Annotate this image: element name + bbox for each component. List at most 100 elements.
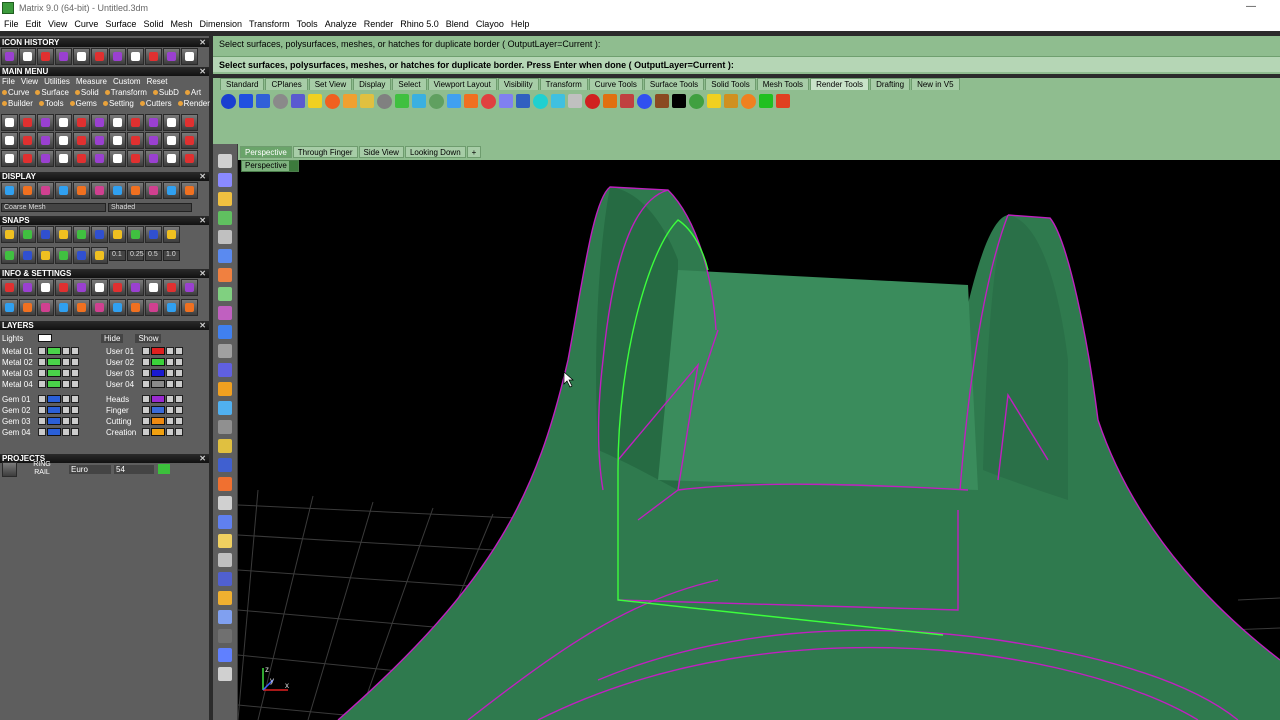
render-tool-icon[interactable]	[776, 94, 790, 108]
icon-history-tool-icon[interactable]	[127, 48, 144, 65]
modeling-tool-icon[interactable]	[218, 534, 232, 548]
transform-tools-tool-icon[interactable]	[73, 150, 90, 167]
snap-value-3[interactable]: 1.0	[163, 250, 180, 261]
layer-name[interactable]: Metal 01	[2, 347, 38, 356]
settings-tools-tool-icon[interactable]	[73, 299, 90, 316]
lock-icon[interactable]	[166, 406, 174, 414]
visibility-icon[interactable]	[175, 380, 183, 388]
render-tool-icon[interactable]	[724, 94, 738, 108]
main-menu-item[interactable]: Measure	[76, 77, 107, 86]
layer-current-icon[interactable]	[38, 358, 46, 366]
menu-help[interactable]: Help	[511, 19, 530, 29]
icon-history-tool-icon[interactable]	[109, 48, 126, 65]
snap-options-tool-icon[interactable]	[19, 247, 36, 264]
modeling-tool-icon[interactable]	[218, 382, 232, 396]
display-tools-tool-icon[interactable]	[91, 182, 108, 199]
render-tool-icon[interactable]	[481, 93, 496, 109]
lock-icon[interactable]	[166, 380, 174, 388]
tab-drafting[interactable]: Drafting	[870, 78, 911, 90]
icon-history-tool-icon[interactable]	[145, 48, 162, 65]
lock-icon[interactable]	[62, 369, 70, 377]
close-icon[interactable]: ✕	[199, 269, 206, 278]
transform-tools-tool-icon[interactable]	[127, 150, 144, 167]
layer-current-icon[interactable]	[142, 369, 150, 377]
layer-color-swatch[interactable]	[151, 395, 165, 403]
lock-icon[interactable]	[166, 369, 174, 377]
curve-tools-tool-icon[interactable]	[91, 114, 108, 131]
layer-color-swatch[interactable]	[151, 428, 165, 436]
modeling-tool-icon[interactable]	[218, 439, 232, 453]
display-tools-tool-icon[interactable]	[127, 182, 144, 199]
render-tool-icon[interactable]	[655, 94, 669, 108]
render-tool-icon[interactable]	[689, 93, 704, 109]
viewport-tab-through-finger[interactable]: Through Finger	[292, 146, 358, 158]
layer-row[interactable]: Gem 02	[2, 405, 80, 415]
draw-tools-tool-icon[interactable]	[145, 132, 162, 149]
settings-tools-tool-icon[interactable]	[163, 299, 180, 316]
layer-row[interactable]: User 01	[106, 346, 184, 356]
layer-name[interactable]: Metal 04	[2, 380, 38, 389]
render-tool-icon[interactable]	[464, 94, 478, 108]
main-menu-item[interactable]: File	[2, 77, 15, 86]
layer-color-swatch[interactable]	[47, 395, 61, 403]
modeling-tool-icon[interactable]	[218, 363, 232, 377]
layer-current-icon[interactable]	[38, 428, 46, 436]
modeling-tool-icon[interactable]	[218, 325, 232, 339]
lock-icon[interactable]	[166, 428, 174, 436]
modeling-tool-icon[interactable]	[218, 230, 232, 244]
menu-transform[interactable]: Transform	[249, 19, 290, 29]
menu-analyze[interactable]: Analyze	[325, 19, 357, 29]
perspective-viewport[interactable]: z y x	[238, 160, 1280, 720]
snap-options-tool-icon[interactable]	[73, 247, 90, 264]
settings-tools-tool-icon[interactable]	[1, 299, 18, 316]
layer-row[interactable]: Finger	[106, 405, 184, 415]
layer-current-icon[interactable]	[142, 347, 150, 355]
snap-options-tool-icon[interactable]	[55, 247, 72, 264]
render-tool-icon[interactable]	[499, 94, 513, 108]
tab-render-tools[interactable]: Render Tools	[810, 78, 870, 90]
layer-row[interactable]: Gem 04	[2, 427, 80, 437]
tab-standard[interactable]: Standard	[220, 78, 265, 90]
modeling-tool-icon[interactable]	[218, 648, 232, 662]
menu-clayoo[interactable]: Clayoo	[476, 19, 504, 29]
curve-tools-tool-icon[interactable]	[145, 114, 162, 131]
tab-surface-tools[interactable]: Surface Tools	[643, 78, 705, 90]
visibility-icon[interactable]	[71, 369, 79, 377]
settings-tools-tool-icon[interactable]	[181, 299, 198, 316]
show-button[interactable]: Show	[135, 333, 162, 343]
layer-color-swatch[interactable]	[47, 428, 61, 436]
curve-tools-tool-icon[interactable]	[19, 114, 36, 131]
render-tool-icon[interactable]	[568, 94, 582, 108]
info-tools-tool-icon[interactable]	[163, 279, 180, 296]
render-tool-icon[interactable]	[395, 94, 409, 108]
main-menu-item[interactable]: Solid	[74, 88, 99, 97]
render-tool-icon[interactable]	[637, 93, 652, 109]
snap-tools-tool-icon[interactable]	[37, 226, 54, 243]
snap-tools-tool-icon[interactable]	[19, 226, 36, 243]
display-tools-tool-icon[interactable]	[1, 182, 18, 199]
curve-tools-tool-icon[interactable]	[37, 114, 54, 131]
modeling-tool-icon[interactable]	[218, 268, 232, 282]
layer-current-icon[interactable]	[38, 395, 46, 403]
display-tools-tool-icon[interactable]	[55, 182, 72, 199]
command-prompt-line[interactable]: Select surfaces, polysurfaces, meshes, o…	[213, 56, 1280, 72]
modeling-tool-icon[interactable]	[218, 496, 232, 510]
lock-icon[interactable]	[166, 358, 174, 366]
icon-history-tool-icon[interactable]	[19, 48, 36, 65]
menu-edit[interactable]: Edit	[26, 19, 42, 29]
tab-visibility[interactable]: Visibility	[497, 78, 539, 90]
draw-tools-tool-icon[interactable]	[1, 132, 18, 149]
transform-tools-tool-icon[interactable]	[37, 150, 54, 167]
icon-history-tool-icon[interactable]	[91, 48, 108, 65]
render-tool-icon[interactable]	[672, 94, 686, 108]
close-icon[interactable]: ✕	[199, 172, 206, 181]
layer-color-swatch[interactable]	[47, 358, 61, 366]
icon-history-tool-icon[interactable]	[55, 48, 72, 65]
draw-tools-tool-icon[interactable]	[127, 132, 144, 149]
info-tools-tool-icon[interactable]	[109, 279, 126, 296]
snap-options-tool-icon[interactable]	[37, 247, 54, 264]
display-tools-tool-icon[interactable]	[109, 182, 126, 199]
visibility-icon[interactable]	[175, 417, 183, 425]
display-tools-tool-icon[interactable]	[163, 182, 180, 199]
layer-color-swatch[interactable]	[47, 406, 61, 414]
